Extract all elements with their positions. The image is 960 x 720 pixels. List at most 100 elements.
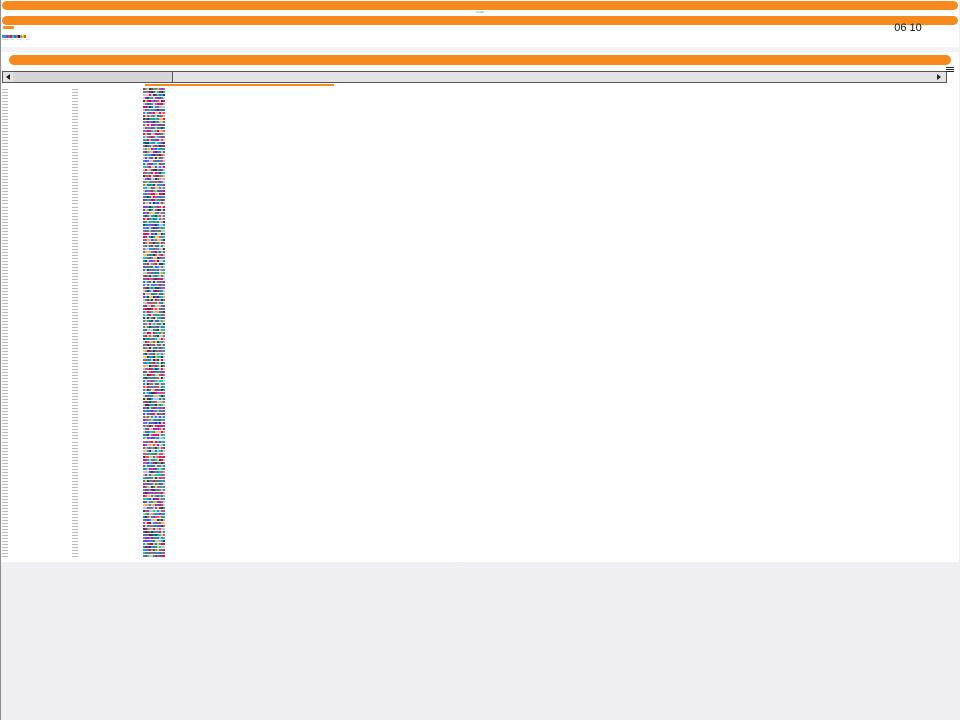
sequence-cell	[163, 335, 165, 338]
row-id	[2, 375, 8, 377]
row-value	[72, 507, 78, 509]
row-id	[2, 98, 8, 100]
sequence-cell	[163, 220, 165, 223]
sequence-cell	[163, 298, 165, 301]
sequence-cell	[163, 253, 165, 256]
sequence-cell	[163, 491, 165, 494]
row-id	[2, 462, 8, 464]
row-value	[72, 489, 78, 491]
sequence-cell	[163, 235, 165, 238]
sequence-cell	[163, 524, 165, 527]
row-id	[2, 194, 8, 196]
row-value	[72, 384, 78, 386]
sequence-cell	[163, 332, 165, 335]
row-value	[72, 549, 78, 551]
row-id	[2, 305, 8, 307]
sequence-cell	[163, 88, 165, 90]
row-id	[2, 128, 8, 130]
row-id	[2, 131, 8, 133]
row-value	[72, 348, 78, 350]
row-value	[72, 324, 78, 325]
sequence-cell	[163, 512, 165, 515]
sequence-cell	[163, 196, 165, 199]
row-id	[2, 263, 8, 265]
row-id	[2, 299, 8, 301]
sequence-cell	[163, 539, 165, 542]
row-id	[2, 366, 8, 368]
sequence-cell	[163, 226, 165, 229]
row-id	[2, 290, 8, 292]
row-value	[72, 417, 78, 419]
horizontal-scrollbar[interactable]	[2, 71, 947, 83]
row-id	[2, 308, 8, 310]
sequence-cell	[163, 307, 165, 310]
row-value	[72, 134, 78, 136]
legend-label-label: Label	[17, 39, 23, 41]
sequence-cell	[163, 271, 165, 274]
scrollbar-thumb[interactable]	[13, 72, 173, 82]
row-value	[72, 110, 78, 112]
row-id	[2, 345, 8, 347]
row-value	[72, 327, 78, 328]
row-value	[72, 459, 78, 461]
row-value	[72, 501, 78, 503]
sequence-cell	[163, 256, 165, 259]
sequence-cell	[163, 323, 165, 325]
sequence-cell	[163, 419, 165, 422]
sequence-cell	[163, 410, 165, 413]
row-id	[2, 170, 8, 172]
row-id	[2, 399, 8, 401]
row-value	[72, 167, 78, 169]
row-value	[72, 555, 78, 557]
row-id	[2, 339, 8, 341]
sequence-cell	[163, 115, 165, 118]
footer-hint: · · · · ·	[460, 562, 466, 564]
sequence-cell	[163, 163, 165, 166]
row-id	[2, 146, 8, 148]
sequence-cell	[163, 515, 165, 518]
row-id	[2, 248, 8, 250]
row-id	[2, 510, 8, 512]
sequence-cell	[163, 455, 165, 458]
sequence-cell	[163, 169, 165, 172]
row-id	[2, 489, 8, 491]
row-value	[72, 275, 78, 277]
row-id	[2, 444, 8, 446]
row-id	[2, 203, 8, 205]
row-value	[72, 266, 78, 268]
sequence-cell	[163, 157, 165, 160]
row-value	[72, 197, 78, 199]
row-value	[72, 131, 78, 133]
row-id	[2, 197, 8, 199]
row-id	[2, 420, 8, 422]
row-id	[2, 471, 8, 473]
row-value	[72, 254, 78, 256]
row-id	[2, 468, 8, 470]
row-value	[72, 107, 78, 109]
row-id	[2, 483, 8, 485]
row-id	[2, 200, 8, 202]
legend-label-seq: Seq	[25, 39, 30, 41]
sequence-cell	[163, 392, 165, 395]
sequence-cell	[163, 488, 165, 491]
active-tab[interactable]	[3, 26, 14, 29]
row-value	[72, 164, 78, 166]
top-toolbar	[2, 1, 958, 10]
row-id	[2, 525, 8, 527]
menu-icon[interactable]	[946, 67, 954, 72]
selection-indicator	[145, 84, 334, 86]
row-value	[72, 399, 78, 401]
scroll-left-icon[interactable]	[6, 74, 10, 80]
sequence-cell	[163, 407, 165, 410]
row-value	[72, 414, 78, 416]
table-row	[2, 554, 202, 558]
sequence-cell	[163, 434, 165, 437]
sequence-cell	[163, 304, 165, 307]
row-id	[2, 369, 8, 371]
row-value	[72, 345, 78, 347]
row-id	[2, 327, 8, 328]
row-id	[2, 320, 8, 322]
scroll-right-icon[interactable]	[937, 74, 941, 80]
sequence-cell	[163, 395, 165, 398]
sequence-cell	[163, 250, 165, 253]
